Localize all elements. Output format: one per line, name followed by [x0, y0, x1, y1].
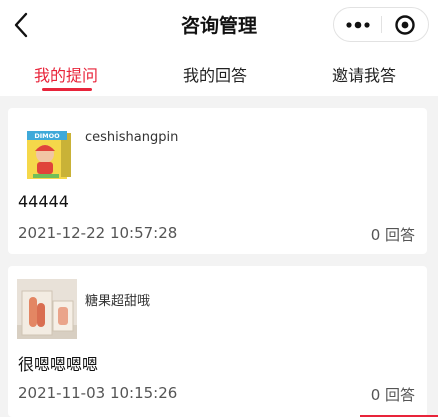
answer-count: 0 回答 — [370, 386, 415, 404]
question-text: 很嗯嗯嗯嗯 — [18, 355, 99, 374]
question-card[interactable]: DIMOO ceshishangpin 44444 2021-12-22 10:… — [8, 108, 427, 254]
product-thumbnail: DIMOO — [19, 124, 79, 184]
product-thumbnail — [17, 279, 77, 339]
question-date: 2021-12-22 10:57:28 — [18, 224, 178, 242]
question-date: 2021-11-03 10:15:26 — [18, 384, 178, 402]
question-card[interactable]: 糖果超甜哦 很嗯嗯嗯嗯 2021-11-03 10:15:26 0 回答 — [8, 266, 427, 417]
target-circle-icon — [395, 14, 415, 35]
question-text: 44444 — [18, 192, 69, 211]
top-navigation-bar: 咨询管理 — [0, 0, 438, 50]
more-dots-icon — [345, 21, 370, 28]
active-tab-indicator — [42, 88, 92, 91]
tab-my-questions[interactable]: 我的提问 — [34, 62, 98, 86]
tab-my-answers[interactable]: 我的回答 — [183, 62, 247, 86]
close-mini-program-button[interactable] — [382, 8, 428, 41]
thumbnail-brand-text: DIMOO — [34, 132, 60, 140]
tab-invited-to-answer[interactable]: 邀请我答 — [332, 62, 396, 86]
product-name: ceshishangpin — [85, 130, 179, 145]
answer-count: 0 回答 — [370, 226, 415, 244]
product-name: 糖果超甜哦 — [85, 294, 151, 309]
mini-program-capsule — [333, 7, 429, 42]
wall-art-thumbnail — [17, 279, 77, 339]
toy-box-thumbnail: DIMOO — [19, 124, 79, 184]
more-button[interactable] — [334, 8, 381, 41]
